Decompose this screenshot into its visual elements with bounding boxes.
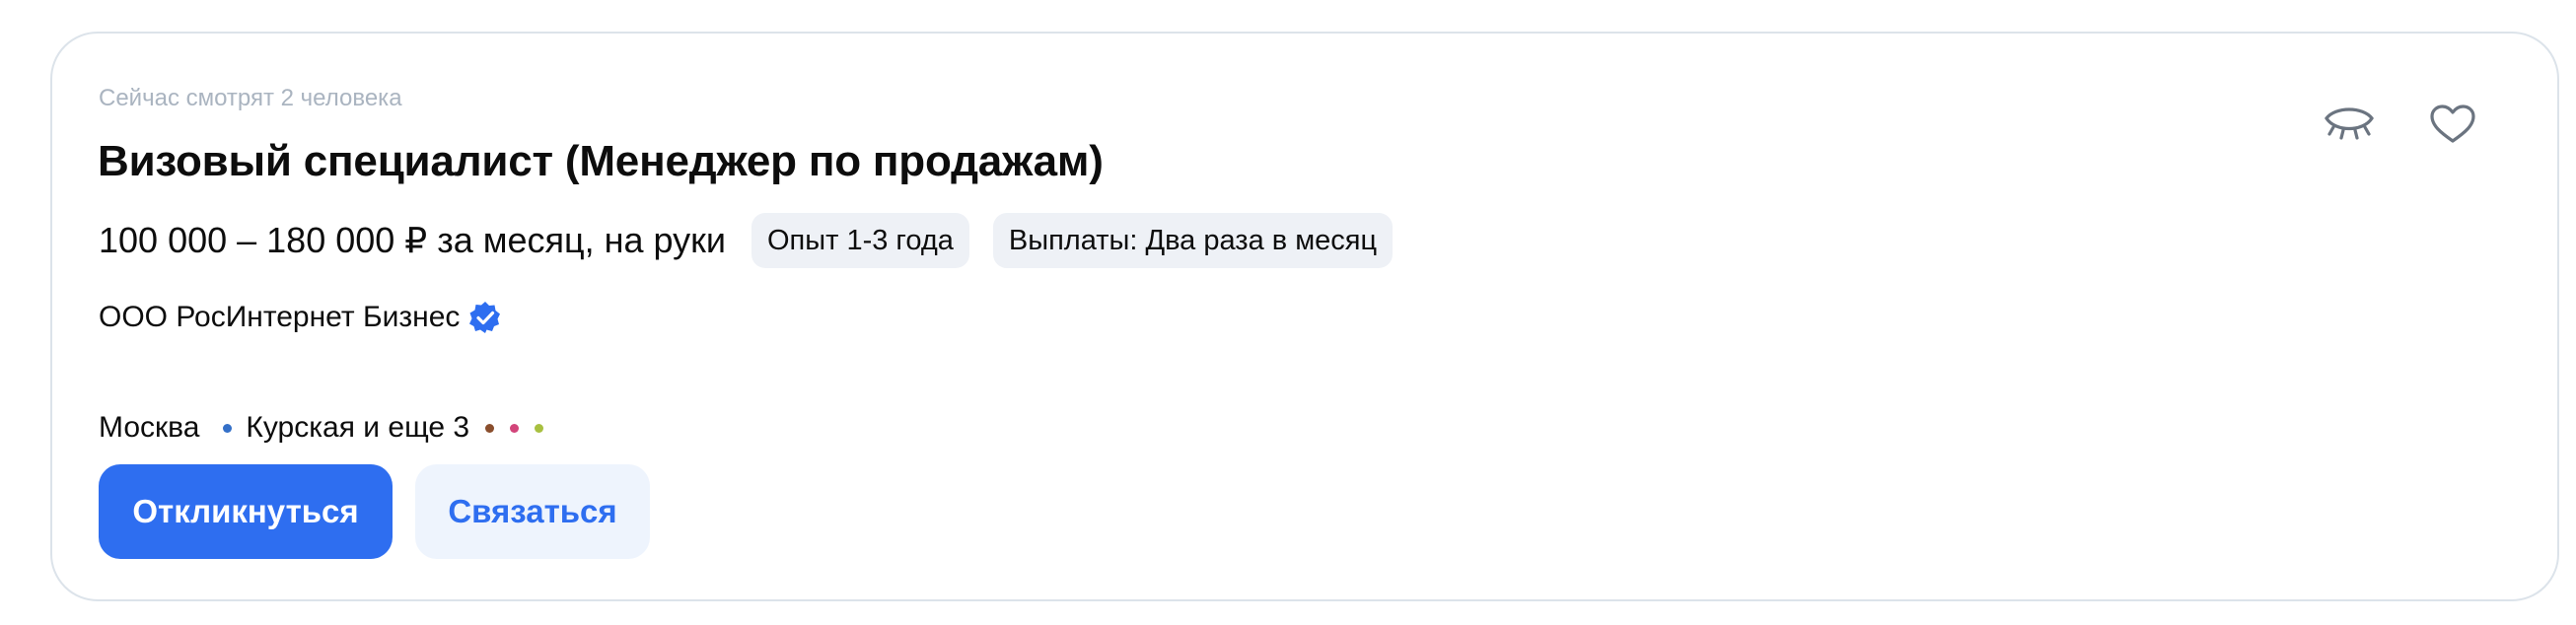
metro-line-dot (223, 423, 233, 433)
eye-closed-icon (2325, 107, 2374, 140)
salary-row: 100 000 – 180 000 ₽ за месяц, на руки Оп… (99, 213, 1416, 268)
city-name: Москва (99, 411, 200, 444)
company-name[interactable]: ООО РосИнтернет Бизнес (99, 301, 460, 334)
payouts-chip: Выплаты: Два раза в месяц (992, 213, 1394, 268)
salary-text: 100 000 – 180 000 ₽ за месяц, на руки (99, 220, 726, 260)
experience-chip: Опыт 1-3 года (751, 213, 969, 268)
vacancy-card[interactable]: Сейчас смотрят 2 человека Визовый специа… (50, 32, 2559, 601)
metro-station: Курская и еще 3 (246, 411, 470, 444)
verified-check-icon (467, 300, 503, 335)
favorite-button[interactable] (2423, 95, 2482, 154)
vacancy-title[interactable]: Визовый специалист (Менеджер по продажам… (98, 137, 1104, 186)
contact-button[interactable]: Связаться (415, 464, 650, 559)
viewers-count: Сейчас смотрят 2 человека (99, 85, 402, 111)
location-row: Москва Курская и еще 3 (99, 411, 544, 445)
heart-icon (2430, 104, 2475, 143)
company-row: ООО РосИнтернет Бизнес (99, 300, 503, 335)
metro-line-dot (535, 423, 544, 433)
hide-vacancy-button[interactable] (2320, 95, 2379, 154)
metro-line-dot (510, 423, 520, 433)
apply-button[interactable]: Откликнуться (99, 464, 393, 559)
metro-line-dot (485, 423, 495, 433)
